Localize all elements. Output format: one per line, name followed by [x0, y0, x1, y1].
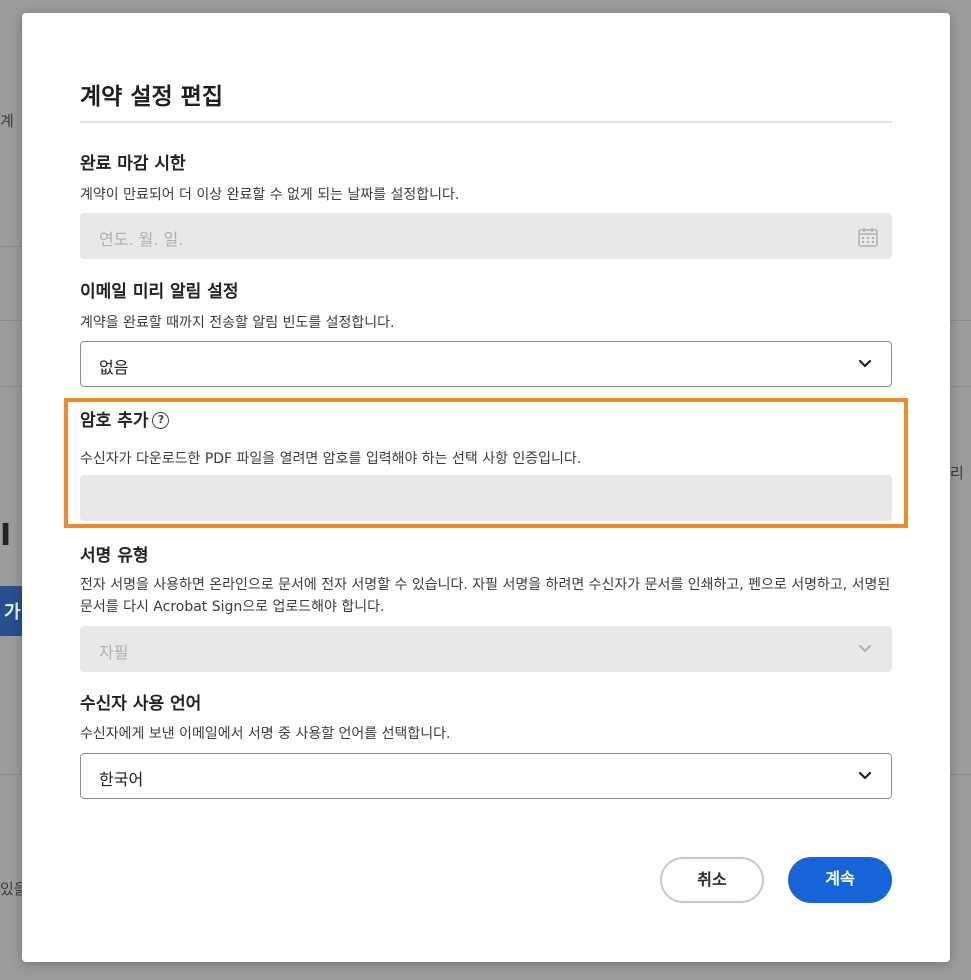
background-divider — [0, 246, 22, 247]
background-divider — [950, 320, 971, 321]
background-divider — [950, 774, 971, 775]
password-heading-label: 암호 추가 — [80, 411, 149, 431]
background-text-fragment: 리 — [950, 464, 964, 482]
password-input[interactable] — [80, 475, 892, 521]
password-description: 수신자가 다운로드한 PDF 파일을 열려면 암호를 입력해야 하는 선택 사항… — [80, 451, 582, 467]
deadline-description: 계약이 만료되어 더 이상 완료할 수 없게 되는 날짜를 설정합니다. — [80, 187, 460, 203]
dialog-title: 계약 설정 편집 — [80, 84, 223, 110]
recipient-language-description: 수신자에게 보낸 이메일에서 서명 중 사용할 언어를 선택합니다. — [80, 726, 451, 742]
background-button-fragment: 가 — [0, 586, 22, 636]
reminder-frequency-value: 없음 — [99, 358, 129, 377]
signature-type-value: 자필 — [99, 643, 129, 662]
recipient-language-value: 한국어 — [99, 770, 144, 789]
background-divider — [950, 386, 971, 387]
chevron-down-icon — [858, 771, 872, 780]
help-icon[interactable]: ? — [152, 411, 170, 429]
signature-type-description: 전자 서명을 사용하면 온라인으로 문서에 전자 서명할 수 있습니다. 자필 … — [80, 577, 891, 615]
signature-type-heading: 서명 유형 — [80, 546, 149, 566]
background-text-fragment: 계 — [0, 112, 14, 130]
background-heading-fragment: I — [0, 518, 12, 553]
edit-agreement-settings-dialog: 계약 설정 편집 완료 마감 시한 계약이 만료되어 더 이상 완료할 수 없게… — [22, 13, 950, 962]
chevron-down-icon — [858, 359, 872, 368]
cancel-button[interactable]: 취소 — [660, 857, 764, 903]
password-heading: 암호 추가? — [80, 406, 170, 431]
recipient-language-heading: 수신자 사용 언어 — [80, 694, 202, 714]
title-divider — [80, 121, 892, 123]
chevron-down-icon — [859, 645, 871, 652]
deadline-heading: 완료 마감 시한 — [80, 154, 186, 174]
recipient-language-select[interactable]: 한국어 — [80, 753, 892, 799]
deadline-date-input[interactable]: 연도. 월. 일. — [80, 213, 892, 259]
background-divider — [0, 320, 22, 321]
background-divider — [0, 774, 22, 775]
signature-type-select[interactable]: 자필 — [80, 626, 892, 672]
calendar-icon[interactable] — [857, 226, 879, 248]
deadline-date-placeholder: 연도. 월. 일. — [99, 230, 184, 249]
continue-button[interactable]: 계속 — [788, 857, 892, 903]
reminder-frequency-select[interactable]: 없음 — [80, 341, 892, 387]
reminder-heading: 이메일 미리 알림 설정 — [80, 282, 239, 302]
background-divider — [0, 386, 22, 387]
reminder-description: 계약을 완료할 때까지 전송할 알림 빈도를 설정합니다. — [80, 315, 395, 331]
